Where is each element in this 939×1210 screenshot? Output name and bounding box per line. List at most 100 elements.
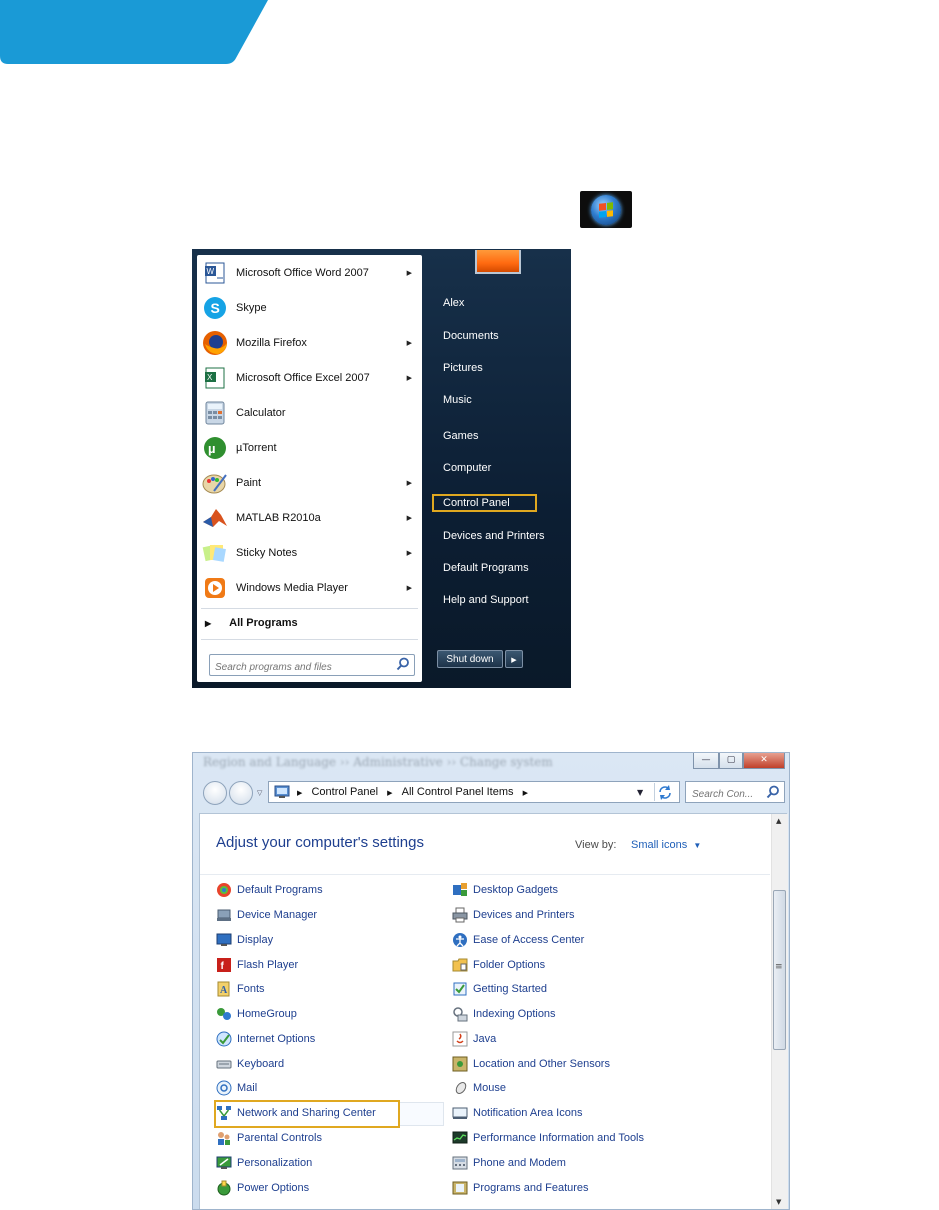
address-dropdown-icon[interactable]: ▼ — [637, 788, 643, 797]
start-button[interactable] — [580, 191, 632, 228]
cp-item-java[interactable]: Java — [452, 1030, 496, 1048]
maximize-button[interactable]: ▢ — [719, 753, 743, 769]
program-item[interactable]: MATLAB R2010a ▶ — [197, 501, 422, 535]
start-right-item-computer[interactable]: Computer — [443, 459, 491, 477]
parental-controls-icon — [218, 1132, 230, 1145]
cp-item-internet-options[interactable]: Internet Options — [216, 1030, 315, 1048]
back-button[interactable] — [203, 781, 227, 805]
display-icon — [216, 933, 232, 946]
program-item[interactable]: Sticky Notes ▶ — [197, 536, 422, 570]
submenu-arrow-icon: ▶ — [406, 550, 412, 557]
search-icon[interactable] — [766, 785, 780, 799]
scroll-up-icon[interactable]: ▲ — [776, 817, 781, 825]
breadcrumb-item[interactable]: All Control Panel Items — [402, 786, 514, 798]
chevron-right-icon: ▶ — [387, 790, 393, 797]
cp-item-display[interactable]: Display — [216, 931, 273, 949]
cp-item-mouse[interactable]: Mouse — [452, 1079, 506, 1097]
close-button[interactable]: ✕ — [743, 753, 785, 769]
cp-item-keyboard[interactable]: Keyboard — [216, 1055, 284, 1073]
cp-item-getting-started[interactable]: Getting Started — [452, 980, 547, 998]
start-search-box[interactable] — [209, 654, 415, 677]
start-right-item-music[interactable]: Music — [443, 391, 472, 409]
scroll-down-icon[interactable]: ▼ — [776, 1198, 781, 1206]
cp-item-phone-modem[interactable]: Phone and Modem — [452, 1154, 566, 1172]
cp-item-power-options[interactable]: Power Options — [216, 1179, 309, 1197]
cp-item-programs-features[interactable]: Programs and Features — [452, 1179, 589, 1197]
getting-started-icon — [453, 982, 467, 996]
address-bar[interactable]: ▶ Control Panel ▶ All Control Panel Item… — [268, 781, 680, 803]
program-label: µTorrent — [236, 442, 277, 454]
view-by-selector[interactable]: Small icons ▼ — [631, 839, 701, 851]
vertical-scrollbar[interactable]: ▲ ≡ ▼ — [771, 814, 788, 1209]
user-picture[interactable] — [475, 250, 521, 274]
program-item[interactable]: W Microsoft Office Word 2007 ▶ — [197, 256, 422, 290]
all-programs-label: All Programs — [229, 617, 298, 629]
minimize-button[interactable]: — — [693, 753, 719, 769]
search-icon[interactable] — [396, 657, 410, 671]
cp-item-label: Phone and Modem — [473, 1157, 566, 1169]
cp-item-devices-printers[interactable]: Devices and Printers — [452, 906, 575, 924]
program-item[interactable]: Mozilla Firefox ▶ — [197, 326, 422, 360]
menu-divider — [201, 608, 418, 609]
chevron-right-icon: ▶ — [511, 656, 517, 664]
cp-item-folder-options[interactable]: Folder Options — [452, 956, 545, 974]
cp-item-label: Power Options — [237, 1182, 310, 1194]
program-item[interactable]: Calculator — [197, 396, 422, 430]
view-by-value: Small icons — [631, 839, 688, 851]
cp-item-label: Performance Information and Tools — [473, 1132, 644, 1144]
refresh-button[interactable] — [654, 783, 677, 801]
cp-item-flash-player[interactable]: f Flash Player — [216, 956, 298, 974]
shutdown-button[interactable]: Shut down — [437, 650, 503, 668]
cp-item-label: Default Programs — [237, 884, 323, 896]
cp-item-parental-controls[interactable]: Parental Controls — [216, 1129, 322, 1147]
program-item[interactable]: Windows Media Player ▶ — [197, 571, 422, 605]
cp-item-fonts[interactable]: A Fonts — [216, 980, 265, 998]
program-label: Paint — [236, 477, 262, 489]
cp-item-personalization[interactable]: Personalization — [216, 1154, 312, 1172]
start-right-item-pictures[interactable]: Pictures — [443, 359, 483, 377]
cp-item-label: Getting Started — [473, 983, 547, 995]
cp-item-desktop-gadgets[interactable]: Desktop Gadgets — [452, 881, 558, 899]
forward-button[interactable] — [229, 781, 253, 805]
start-right-item-user[interactable]: Alex — [443, 294, 464, 312]
program-item[interactable]: Paint ▶ — [197, 466, 422, 500]
cp-item-ease-of-access[interactable]: Ease of Access Center — [452, 931, 584, 949]
start-search-input[interactable] — [210, 658, 393, 677]
cp-item-mail[interactable]: Mail — [216, 1079, 257, 1097]
default-programs-icon — [217, 883, 231, 897]
breadcrumb-item[interactable]: Control Panel — [311, 786, 378, 798]
cp-item-location-sensors[interactable]: Location and Other Sensors — [452, 1055, 610, 1073]
all-programs-item[interactable]: ▶ All Programs — [197, 611, 422, 635]
network-sharing-center-highlight — [214, 1100, 400, 1128]
page-title: Adjust your computer's settings — [216, 834, 424, 851]
start-right-item-documents[interactable]: Documents — [443, 327, 499, 345]
cp-item-default-programs[interactable]: Default Programs — [216, 881, 323, 899]
mouse-icon — [455, 1082, 467, 1094]
shutdown-options-button[interactable]: ▶ — [505, 650, 523, 668]
program-item[interactable]: X Microsoft Office Excel 2007 ▶ — [197, 361, 422, 395]
start-right-item-devices-printers[interactable]: Devices and Printers — [443, 527, 545, 545]
start-menu: W Microsoft Office Word 2007 ▶ S Skype M… — [192, 249, 571, 688]
control-panel-search-input[interactable] — [686, 784, 768, 805]
cp-item-performance-tools[interactable]: Performance Information and Tools — [452, 1129, 644, 1147]
cp-item-indexing-options[interactable]: Indexing Options — [452, 1005, 556, 1023]
cp-item-device-manager[interactable]: Device Manager — [216, 906, 317, 924]
notification-area-icon — [452, 1107, 468, 1119]
cp-item-notification-area-icons[interactable]: Notification Area Icons — [452, 1104, 582, 1122]
start-right-item-help-support[interactable]: Help and Support — [443, 591, 529, 609]
control-panel-search-box[interactable] — [685, 781, 785, 805]
start-right-item-games[interactable]: Games — [443, 427, 478, 445]
utorrent-icon: µ — [201, 434, 229, 462]
program-label: Sticky Notes — [236, 547, 298, 559]
power-options-icon — [217, 1180, 231, 1196]
cp-item-homegroup[interactable]: HomeGroup — [216, 1005, 297, 1023]
program-item[interactable]: S Skype — [197, 291, 422, 325]
submenu-arrow-icon: ▶ — [406, 585, 412, 592]
matlab-icon — [201, 504, 229, 532]
cp-item-label: Folder Options — [473, 959, 546, 971]
program-item[interactable]: µ µTorrent — [197, 431, 422, 465]
svg-text:X: X — [207, 373, 213, 382]
start-right-item-default-programs[interactable]: Default Programs — [443, 559, 529, 577]
submenu-arrow-icon: ▶ — [406, 515, 412, 522]
recent-pages-dropdown-icon[interactable]: ▽ — [257, 789, 262, 797]
